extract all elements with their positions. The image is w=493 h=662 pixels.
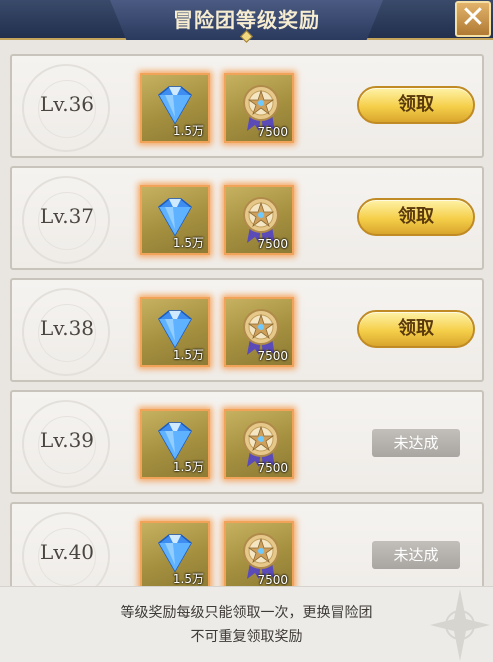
gem-reward[interactable]: 1.5万: [140, 297, 210, 367]
footer-notice: 等级奖励每级只能领取一次，更换冒险团 不可重复领取奖励: [0, 586, 493, 662]
gem-quantity: 1.5万: [172, 348, 204, 362]
level-label: Lv.37: [40, 204, 95, 228]
gem-reward[interactable]: 1.5万: [140, 521, 210, 586]
level-label: Lv.39: [40, 428, 95, 452]
header-bar: 冒险团等级奖励 ✕: [0, 0, 493, 43]
reward-row: Lv.38 1.5万 7500 领取: [10, 278, 484, 382]
claim-button[interactable]: 领取: [357, 86, 475, 124]
close-button[interactable]: ✕: [455, 1, 491, 37]
medal-reward[interactable]: 7500: [224, 185, 294, 255]
not-reached-button: 未达成: [372, 429, 460, 457]
not-reached-button: 未达成: [372, 541, 460, 569]
reward-row: Lv.36 1.5万 7500 领取: [10, 54, 484, 158]
close-icon: ✕: [460, 0, 486, 35]
medal-quantity: 7500: [257, 125, 288, 139]
gem-reward[interactable]: 1.5万: [140, 409, 210, 479]
gem-quantity: 1.5万: [172, 572, 204, 586]
medal-reward[interactable]: 7500: [224, 521, 294, 586]
medal-reward[interactable]: 7500: [224, 409, 294, 479]
medal-quantity: 7500: [257, 573, 288, 586]
medal-quantity: 7500: [257, 237, 288, 251]
level-label: Lv.36: [40, 92, 95, 116]
footer-line-1: 等级奖励每级只能领取一次，更换冒险团: [120, 605, 373, 621]
claim-button[interactable]: 领取: [357, 310, 475, 348]
reward-row: Lv.40 1.5万 7500 未达成: [10, 502, 484, 586]
medal-quantity: 7500: [257, 461, 288, 475]
gem-reward[interactable]: 1.5万: [140, 73, 210, 143]
gem-quantity: 1.5万: [172, 460, 204, 474]
reward-row: Lv.39 1.5万 7500 未达成: [10, 390, 484, 494]
gem-quantity: 1.5万: [172, 236, 204, 250]
gem-reward[interactable]: 1.5万: [140, 185, 210, 255]
medal-quantity: 7500: [257, 349, 288, 363]
reward-list[interactable]: Lv.36 1.5万 7500 领取 Lv.37 1.5万 7500 领取 Lv…: [0, 42, 493, 586]
medal-reward[interactable]: 7500: [224, 297, 294, 367]
reward-row: Lv.37 1.5万 7500 领取: [10, 166, 484, 270]
footer-line-2: 不可重复领取奖励: [190, 629, 303, 645]
level-label: Lv.38: [40, 316, 95, 340]
gem-quantity: 1.5万: [172, 124, 204, 138]
level-label: Lv.40: [40, 540, 95, 564]
claim-button[interactable]: 领取: [357, 198, 475, 236]
medal-reward[interactable]: 7500: [224, 73, 294, 143]
